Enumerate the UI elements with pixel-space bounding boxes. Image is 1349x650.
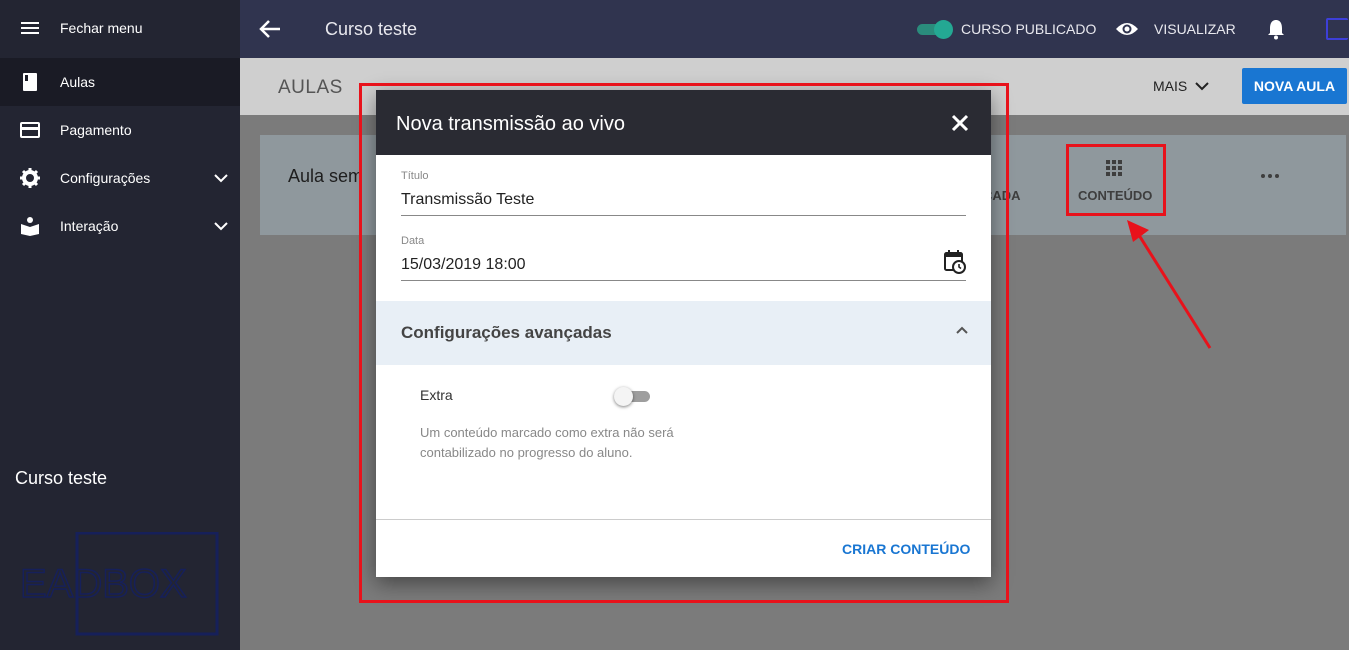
chevron-down-icon <box>214 222 228 231</box>
svg-text:EADBOX: EADBOX <box>20 562 187 606</box>
view-button[interactable]: VISUALIZAR <box>1154 21 1236 37</box>
new-lesson-button[interactable]: NOVA AULA <box>1242 68 1347 104</box>
sidebar-item-configuracoes[interactable]: Configurações <box>0 154 240 202</box>
annotation-highlight-content <box>1066 144 1166 216</box>
gear-icon <box>20 168 40 188</box>
more-menu-button[interactable]: MAIS <box>1153 78 1187 94</box>
course-title: Curso teste <box>325 19 418 39</box>
sidebar-item-label: Pagamento <box>60 122 132 138</box>
sidebar: Fechar menu Aulas Pagamento Configuraçõe… <box>0 0 240 650</box>
annotation-highlight-dialog <box>359 83 1009 603</box>
publish-toggle[interactable] <box>917 20 953 39</box>
eadbox-logo: EADBOX <box>20 532 219 636</box>
reader-icon <box>21 217 39 236</box>
chevron-down-icon[interactable] <box>1195 81 1209 91</box>
lesson-title: Aula sem <box>288 166 364 186</box>
sidebar-item-pagamento[interactable]: Pagamento <box>0 106 240 154</box>
toggle-knob <box>934 20 953 39</box>
sidebar-item-close-menu[interactable]: Fechar menu <box>0 4 240 52</box>
eye-icon[interactable] <box>1115 19 1139 39</box>
arrow-back-icon[interactable] <box>258 17 282 41</box>
chevron-down-icon <box>214 174 228 183</box>
menu-icon <box>21 22 39 34</box>
sidebar-item-interacao[interactable]: Interação <box>0 202 240 250</box>
fullscreen-icon[interactable] <box>1326 18 1348 40</box>
sidebar-item-aulas[interactable]: Aulas <box>0 58 240 106</box>
published-label: CURSO PUBLICADO <box>961 21 1097 37</box>
more-horiz-icon[interactable] <box>1260 173 1280 179</box>
sidebar-item-label: Configurações <box>60 170 151 186</box>
credit-card-icon <box>20 122 40 138</box>
sidebar-item-label: Interação <box>60 218 119 234</box>
sidebar-item-label: Fechar menu <box>60 20 143 36</box>
topbar: Curso teste CURSO PUBLICADO VISUALIZAR <box>240 0 1349 58</box>
sidebar-item-label: Aulas <box>60 74 96 90</box>
book-icon <box>23 73 37 91</box>
annotation-arrow <box>1127 220 1212 349</box>
bell-icon[interactable] <box>1266 18 1286 40</box>
page-title: AULAS <box>278 77 343 98</box>
sidebar-course-name: Curso teste <box>15 468 108 488</box>
